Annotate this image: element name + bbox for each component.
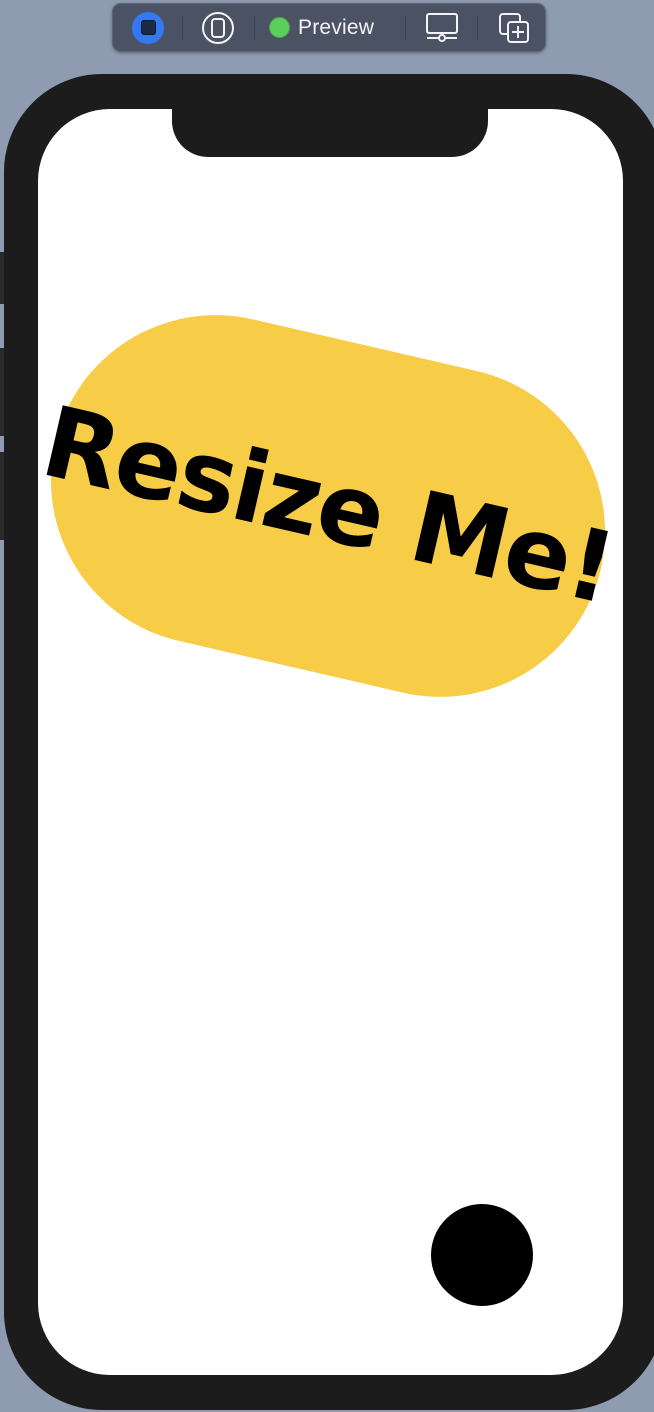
preview-toolbar: Preview	[112, 3, 546, 52]
device-settings-button[interactable]	[421, 4, 463, 51]
toolbar-divider	[254, 16, 255, 40]
device-select-button[interactable]	[197, 4, 239, 51]
toolbar-divider	[182, 16, 183, 40]
toolbar-divider	[405, 16, 406, 40]
toolbar-divider	[477, 16, 478, 40]
live-preview-icon	[132, 11, 164, 44]
duplicate-preview-icon	[499, 12, 529, 43]
device-select-icon	[202, 11, 234, 44]
duplicate-preview-button[interactable]	[493, 4, 535, 51]
device-notch	[172, 74, 488, 157]
device-settings-icon	[426, 12, 458, 42]
preview-status-indicator	[269, 17, 290, 38]
resize-handle[interactable]	[431, 1204, 533, 1306]
live-preview-button[interactable]	[127, 4, 169, 51]
preview-mode-button[interactable]: Preview	[269, 4, 387, 51]
preview-label: Preview	[298, 15, 375, 39]
